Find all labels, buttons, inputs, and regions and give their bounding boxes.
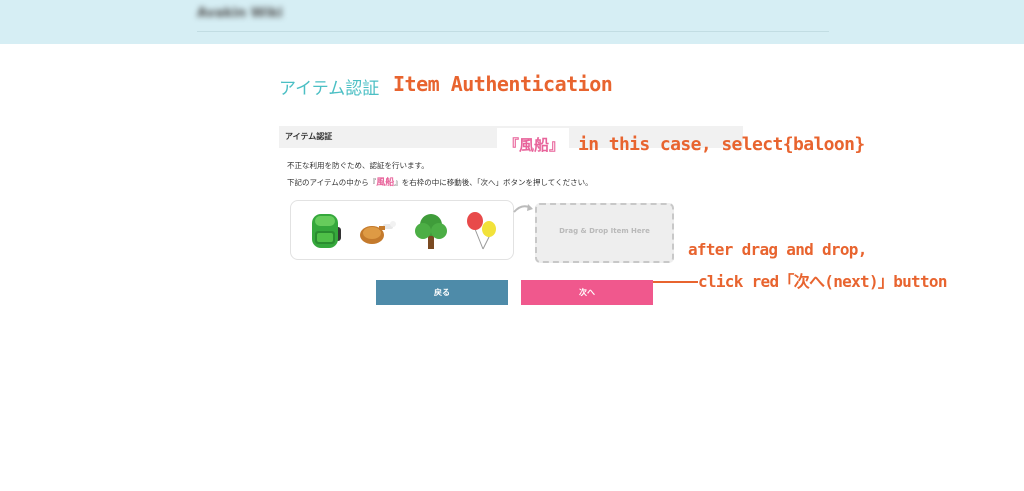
target-label-text: 『風船』 — [504, 136, 565, 154]
top-bar: Avakin Wiki — [0, 0, 1024, 44]
curved-arrow-icon — [513, 204, 533, 213]
header-divider — [197, 31, 829, 32]
drop-zone[interactable]: Drag & Drop Item Here — [535, 203, 674, 263]
instruction-suffix: 』を右枠の中に移動後、「次へ」ボタンを押してください。 — [394, 178, 593, 187]
tree-icon[interactable] — [411, 211, 451, 251]
instruction-line-1: 不正な利用を防ぐため、認証を行います。 — [287, 161, 429, 170]
drop-zone-label: Drag & Drop Item Here — [559, 227, 650, 235]
balloon-icon[interactable] — [463, 211, 503, 251]
page-title: アイテム認証 — [279, 79, 380, 99]
page-title-annotation: Item Authentication — [393, 72, 613, 96]
target-item-name: 風船 — [376, 178, 395, 188]
instruction-line-2: 下記のアイテムの中から『風船』を右枠の中に移動後、「次へ」ボタンを押してください… — [287, 175, 593, 188]
drag-annotation-line-1: after drag and drop, — [688, 240, 867, 259]
target-label-annotation: 『風船』 — [497, 128, 569, 160]
site-logo[interactable]: Avakin Wiki — [197, 6, 289, 24]
case-annotation: in this case, select{baloon} — [578, 134, 865, 155]
meat-icon[interactable] — [357, 211, 397, 251]
next-button[interactable]: 次へ — [521, 280, 653, 305]
annotation-pointer-line — [652, 281, 698, 283]
section-header-label: アイテム認証 — [285, 132, 333, 141]
instruction-prefix: 下記のアイテムの中から『 — [287, 178, 377, 187]
backpack-icon[interactable] — [305, 211, 345, 251]
back-button[interactable]: 戻る — [376, 280, 508, 305]
item-selection-box — [290, 200, 514, 260]
drag-annotation-line-2: click red「次へ(next)」button — [698, 272, 947, 291]
